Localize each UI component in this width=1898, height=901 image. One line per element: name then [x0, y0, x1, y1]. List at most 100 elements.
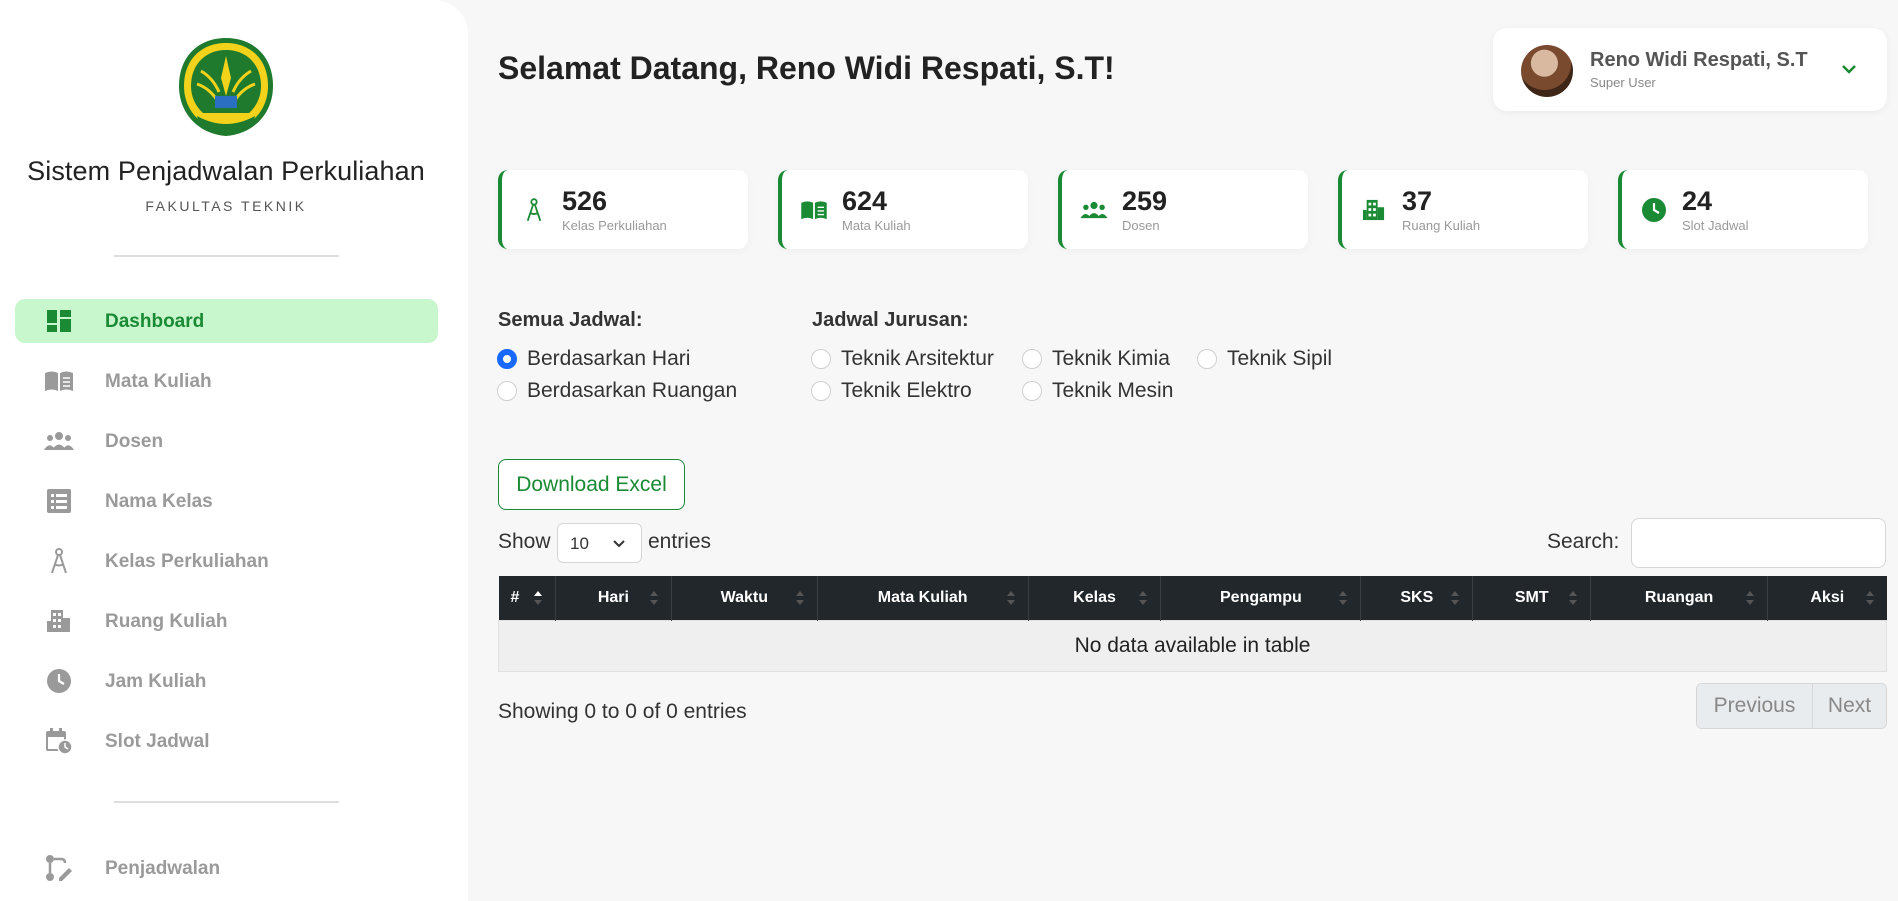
stat-label: Ruang Kuliah [1402, 218, 1481, 233]
column-header-aksi[interactable]: Aksi [1767, 576, 1887, 620]
jadwal-jurusan-heading: Jadwal Jurusan: [812, 309, 969, 331]
sidebar-divider [114, 801, 339, 803]
users-icon [44, 429, 74, 453]
radio-berdasarkan-ruangan[interactable]: Berdasarkan Ruangan [497, 379, 737, 403]
sidebar: Sistem Penjadwalan Perkuliahan FAKULTAS … [0, 0, 468, 901]
sort-icon [1451, 591, 1460, 605]
previous-button[interactable]: Previous [1697, 684, 1813, 728]
university-logo [179, 38, 273, 136]
sidebar-item-kelas-perkuliahan[interactable]: Kelas Perkuliahan [15, 539, 438, 583]
avatar [1521, 45, 1573, 97]
radio-teknik-elektro[interactable]: Teknik Elektro [811, 379, 972, 403]
sidebar-item-penjadwalan[interactable]: Penjadwalan [15, 846, 438, 890]
schedule-table: # Hari Waktu Mata Kuliah Kelas Pengampu … [498, 576, 1887, 672]
column-header-waktu[interactable]: Waktu [671, 576, 818, 620]
stat-label: Kelas Perkuliahan [562, 218, 667, 233]
stat-card-kelas-perkuliahan: 526 Kelas Perkuliahan [498, 170, 748, 249]
search-input[interactable] [1631, 518, 1886, 568]
entries-label: entries [648, 530, 712, 553]
radio-teknik-arsitektur[interactable]: Teknik Arsitektur [811, 347, 994, 371]
column-header-kelas[interactable]: Kelas [1028, 576, 1162, 620]
radio-indicator[interactable] [1197, 349, 1217, 369]
radio-indicator[interactable] [1022, 349, 1042, 369]
sidebar-item-label: Slot Jadwal [105, 731, 210, 752]
sidebar-item-label: Kelas Perkuliahan [105, 551, 269, 572]
empty-table-message: No data available in table [498, 619, 1887, 672]
sort-icon [1746, 591, 1755, 605]
sort-icon [649, 591, 658, 605]
chevron-down-icon [1842, 65, 1856, 74]
stat-value: 526 [562, 186, 608, 216]
search-label: Search: [1547, 530, 1620, 553]
radio-label: Teknik Elektro [841, 379, 972, 402]
page-title: Selamat Datang, Reno Widi Respati, S.T! [498, 50, 1115, 86]
sidebar-item-label: Mata Kuliah [105, 371, 212, 392]
route-edit-icon [44, 855, 74, 881]
stat-card-dosen: 259 Dosen [1058, 170, 1308, 249]
next-button[interactable]: Next [1813, 684, 1886, 728]
column-header-ruangan[interactable]: Ruangan [1590, 576, 1769, 620]
column-header-mata-kuliah[interactable]: Mata Kuliah [817, 576, 1029, 620]
sidebar-item-label: Dashboard [105, 311, 205, 332]
stat-value: 37 [1402, 186, 1433, 216]
book-icon [44, 369, 74, 393]
column-header-number[interactable]: # [498, 576, 556, 620]
radio-indicator[interactable] [497, 381, 517, 401]
pagination: Previous Next [1696, 683, 1887, 729]
clock-icon [1640, 196, 1668, 224]
sort-icon [1865, 591, 1874, 605]
list-icon [44, 489, 74, 513]
stat-label: Dosen [1122, 218, 1160, 233]
user-menu[interactable]: Reno Widi Respati, S.T Super User [1493, 28, 1887, 111]
sidebar-item-label: Dosen [105, 431, 164, 452]
column-header-pengampu[interactable]: Pengampu [1160, 576, 1362, 620]
sidebar-divider [114, 255, 339, 257]
app-title: Sistem Penjadwalan Perkuliahan [27, 156, 425, 186]
radio-label: Teknik Sipil [1227, 347, 1333, 370]
stat-card-slot-jadwal: 24 Slot Jadwal [1618, 170, 1868, 249]
stat-card-mata-kuliah: 624 Mata Kuliah [778, 170, 1028, 249]
table-row: No data available in table [498, 619, 1887, 672]
radio-teknik-kimia[interactable]: Teknik Kimia [1022, 347, 1170, 371]
column-header-hari[interactable]: Hari [555, 576, 672, 620]
radio-label: Berdasarkan Hari [527, 347, 691, 370]
user-name: Reno Widi Respati, S.T [1590, 49, 1808, 71]
sidebar-item-dosen[interactable]: Dosen [15, 419, 438, 463]
radio-indicator[interactable] [811, 349, 831, 369]
radio-teknik-mesin[interactable]: Teknik Mesin [1022, 379, 1173, 403]
user-role: Super User [1590, 75, 1656, 90]
sidebar-item-slot-jadwal[interactable]: Slot Jadwal [15, 719, 438, 763]
sort-icon [795, 591, 804, 605]
stat-value: 259 [1122, 186, 1168, 216]
app-subtitle: FAKULTAS TEKNIK [145, 198, 307, 214]
radio-berdasarkan-hari[interactable]: Berdasarkan Hari [497, 347, 690, 371]
sidebar-item-label: Jam Kuliah [105, 671, 207, 692]
building-icon [1360, 196, 1388, 224]
radio-indicator[interactable] [1022, 381, 1042, 401]
stat-label: Slot Jadwal [1682, 218, 1749, 233]
users-icon [1080, 196, 1108, 224]
sidebar-item-dashboard[interactable]: Dashboard [15, 299, 438, 343]
sort-icon [1569, 591, 1578, 605]
book-icon [800, 196, 828, 224]
sidebar-item-jam-kuliah[interactable]: Jam Kuliah [15, 659, 438, 703]
compass-icon [44, 548, 74, 574]
sidebar-item-mata-kuliah[interactable]: Mata Kuliah [15, 359, 438, 403]
radio-teknik-sipil[interactable]: Teknik Sipil [1197, 347, 1332, 371]
radio-indicator[interactable] [497, 349, 517, 369]
dashboard-icon [44, 309, 74, 333]
table-header-row: # Hari Waktu Mata Kuliah Kelas Pengampu … [498, 576, 1887, 620]
sort-icon [1006, 591, 1015, 605]
sidebar-item-nama-kelas[interactable]: Nama Kelas [15, 479, 438, 523]
radio-label: Teknik Mesin [1052, 379, 1174, 402]
download-excel-button[interactable]: Download Excel [498, 459, 685, 510]
stat-card-ruang-kuliah: 37 Ruang Kuliah [1338, 170, 1588, 249]
radio-indicator[interactable] [811, 381, 831, 401]
building-icon [44, 609, 74, 633]
sidebar-item-ruang-kuliah[interactable]: Ruang Kuliah [15, 599, 438, 643]
radio-label: Berdasarkan Ruangan [527, 379, 738, 402]
column-header-smt[interactable]: SMT [1472, 576, 1592, 620]
entries-select[interactable]: 10 [557, 523, 642, 563]
semua-jadwal-heading: Semua Jadwal: [498, 309, 643, 331]
column-header-sks[interactable]: SKS [1360, 576, 1474, 620]
